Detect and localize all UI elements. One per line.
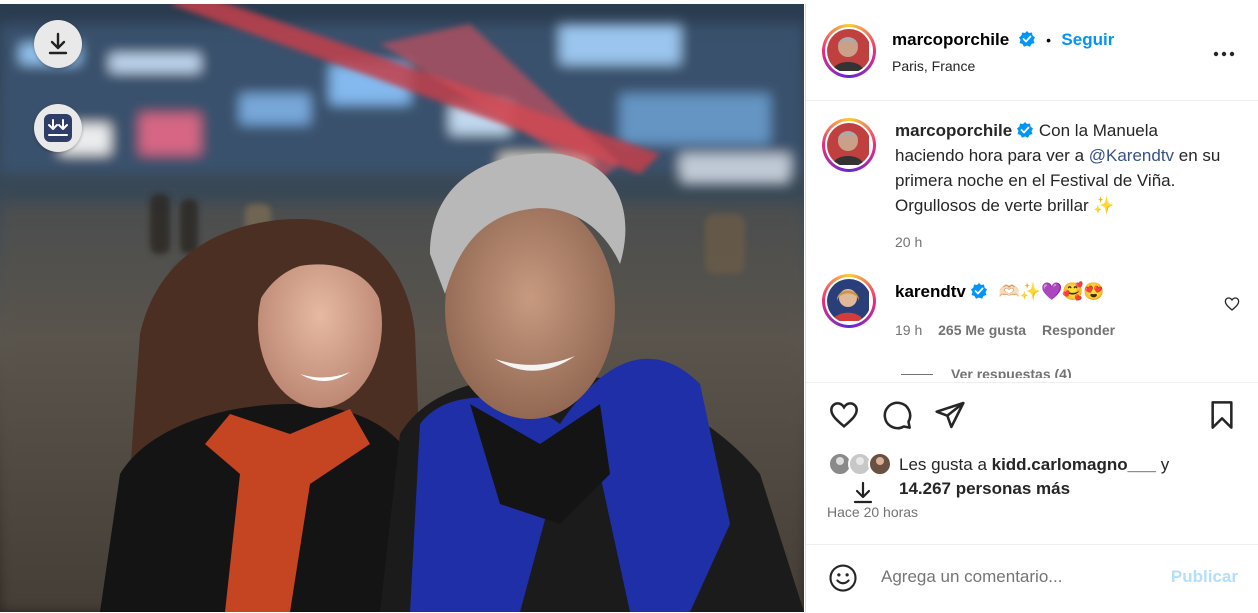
view-replies-label: Ver respuestas (4) [951, 366, 1072, 378]
bookmark-icon [1211, 401, 1233, 429]
likes-prefix: Les gusta a [899, 455, 992, 474]
like-button[interactable] [828, 399, 860, 436]
save-button[interactable] [1206, 399, 1238, 436]
download-all-button[interactable] [34, 104, 82, 152]
instagram-post: marcoporchile • Seguir Paris, France mar… [0, 0, 1258, 612]
caption-text: marcoporchile Con la Manuela haciendo ho… [895, 118, 1225, 255]
comment-reply-button[interactable]: Responder [1042, 322, 1115, 338]
caption-author-avatar[interactable] [822, 118, 876, 172]
caption-mention[interactable]: @Karendtv [1089, 146, 1174, 165]
comment-line: karendtv 🫶🏻✨💜🥰😍 [895, 282, 1104, 302]
liked-by-avatars[interactable] [828, 450, 898, 504]
post-side-panel: marcoporchile • Seguir Paris, France mar… [805, 4, 1258, 612]
verified-badge-icon [970, 283, 987, 299]
post-photo[interactable] [0, 4, 804, 612]
emoji-button[interactable] [828, 563, 858, 598]
comment-like-button[interactable] [1224, 296, 1240, 317]
share-icon [935, 401, 965, 429]
photo-image [0, 4, 804, 612]
post-header: marcoporchile • Seguir Paris, France [806, 4, 1258, 101]
liked-by-text: Les gusta a kidd.carlomagno___ y 14.267 … [899, 453, 1229, 501]
liker-username[interactable]: kidd.carlomagno___ [992, 455, 1156, 474]
author-line: marcoporchile • Seguir [892, 30, 1114, 50]
verified-badge-icon [1018, 31, 1035, 47]
add-comment-bar: Publicar [806, 544, 1258, 613]
follow-button[interactable]: Seguir [1061, 30, 1114, 49]
likes-conj: y [1156, 455, 1170, 474]
likes-count[interactable]: 14.267 personas más [899, 479, 1070, 498]
comment-author-avatar[interactable] [822, 274, 876, 328]
comment-meta: 19 h 265 Me gusta Responder [895, 322, 1115, 338]
comment-button[interactable] [881, 399, 913, 436]
heart-icon [1224, 297, 1240, 311]
more-horizontal-icon [1213, 51, 1235, 57]
more-options-button[interactable] [1212, 42, 1236, 71]
location-link[interactable]: Paris, France [892, 58, 975, 74]
liker-avatars [828, 452, 892, 476]
download-all-icon [44, 114, 72, 142]
post-timestamp[interactable]: Hace 20 horas [827, 504, 918, 520]
author-username[interactable]: marcoporchile [892, 30, 1009, 49]
replies-divider [901, 374, 933, 375]
comment-likes[interactable]: 265 Me gusta [938, 322, 1026, 338]
download-button[interactable] [34, 20, 82, 68]
download-icon [853, 481, 873, 504]
heart-icon [830, 402, 858, 428]
comment-text: 🫶🏻✨💜🥰😍 [998, 282, 1105, 301]
verified-badge-icon [1017, 122, 1034, 138]
author-avatar[interactable] [822, 24, 876, 78]
publish-button[interactable]: Publicar [1171, 567, 1238, 587]
comment-username[interactable]: karendtv [895, 282, 966, 301]
post-actions [806, 382, 1258, 430]
download-icon [48, 32, 68, 55]
caption-time[interactable]: 20 h [895, 230, 1225, 255]
emoji-icon [829, 564, 857, 592]
comment-time[interactable]: 19 h [895, 322, 922, 338]
comment-input[interactable] [881, 567, 1141, 587]
caption-username[interactable]: marcoporchile [895, 121, 1012, 140]
comment-icon [883, 401, 912, 430]
separator-dot: • [1046, 32, 1051, 48]
view-replies-button[interactable]: Ver respuestas (4) [901, 366, 1072, 378]
share-button[interactable] [934, 399, 966, 436]
